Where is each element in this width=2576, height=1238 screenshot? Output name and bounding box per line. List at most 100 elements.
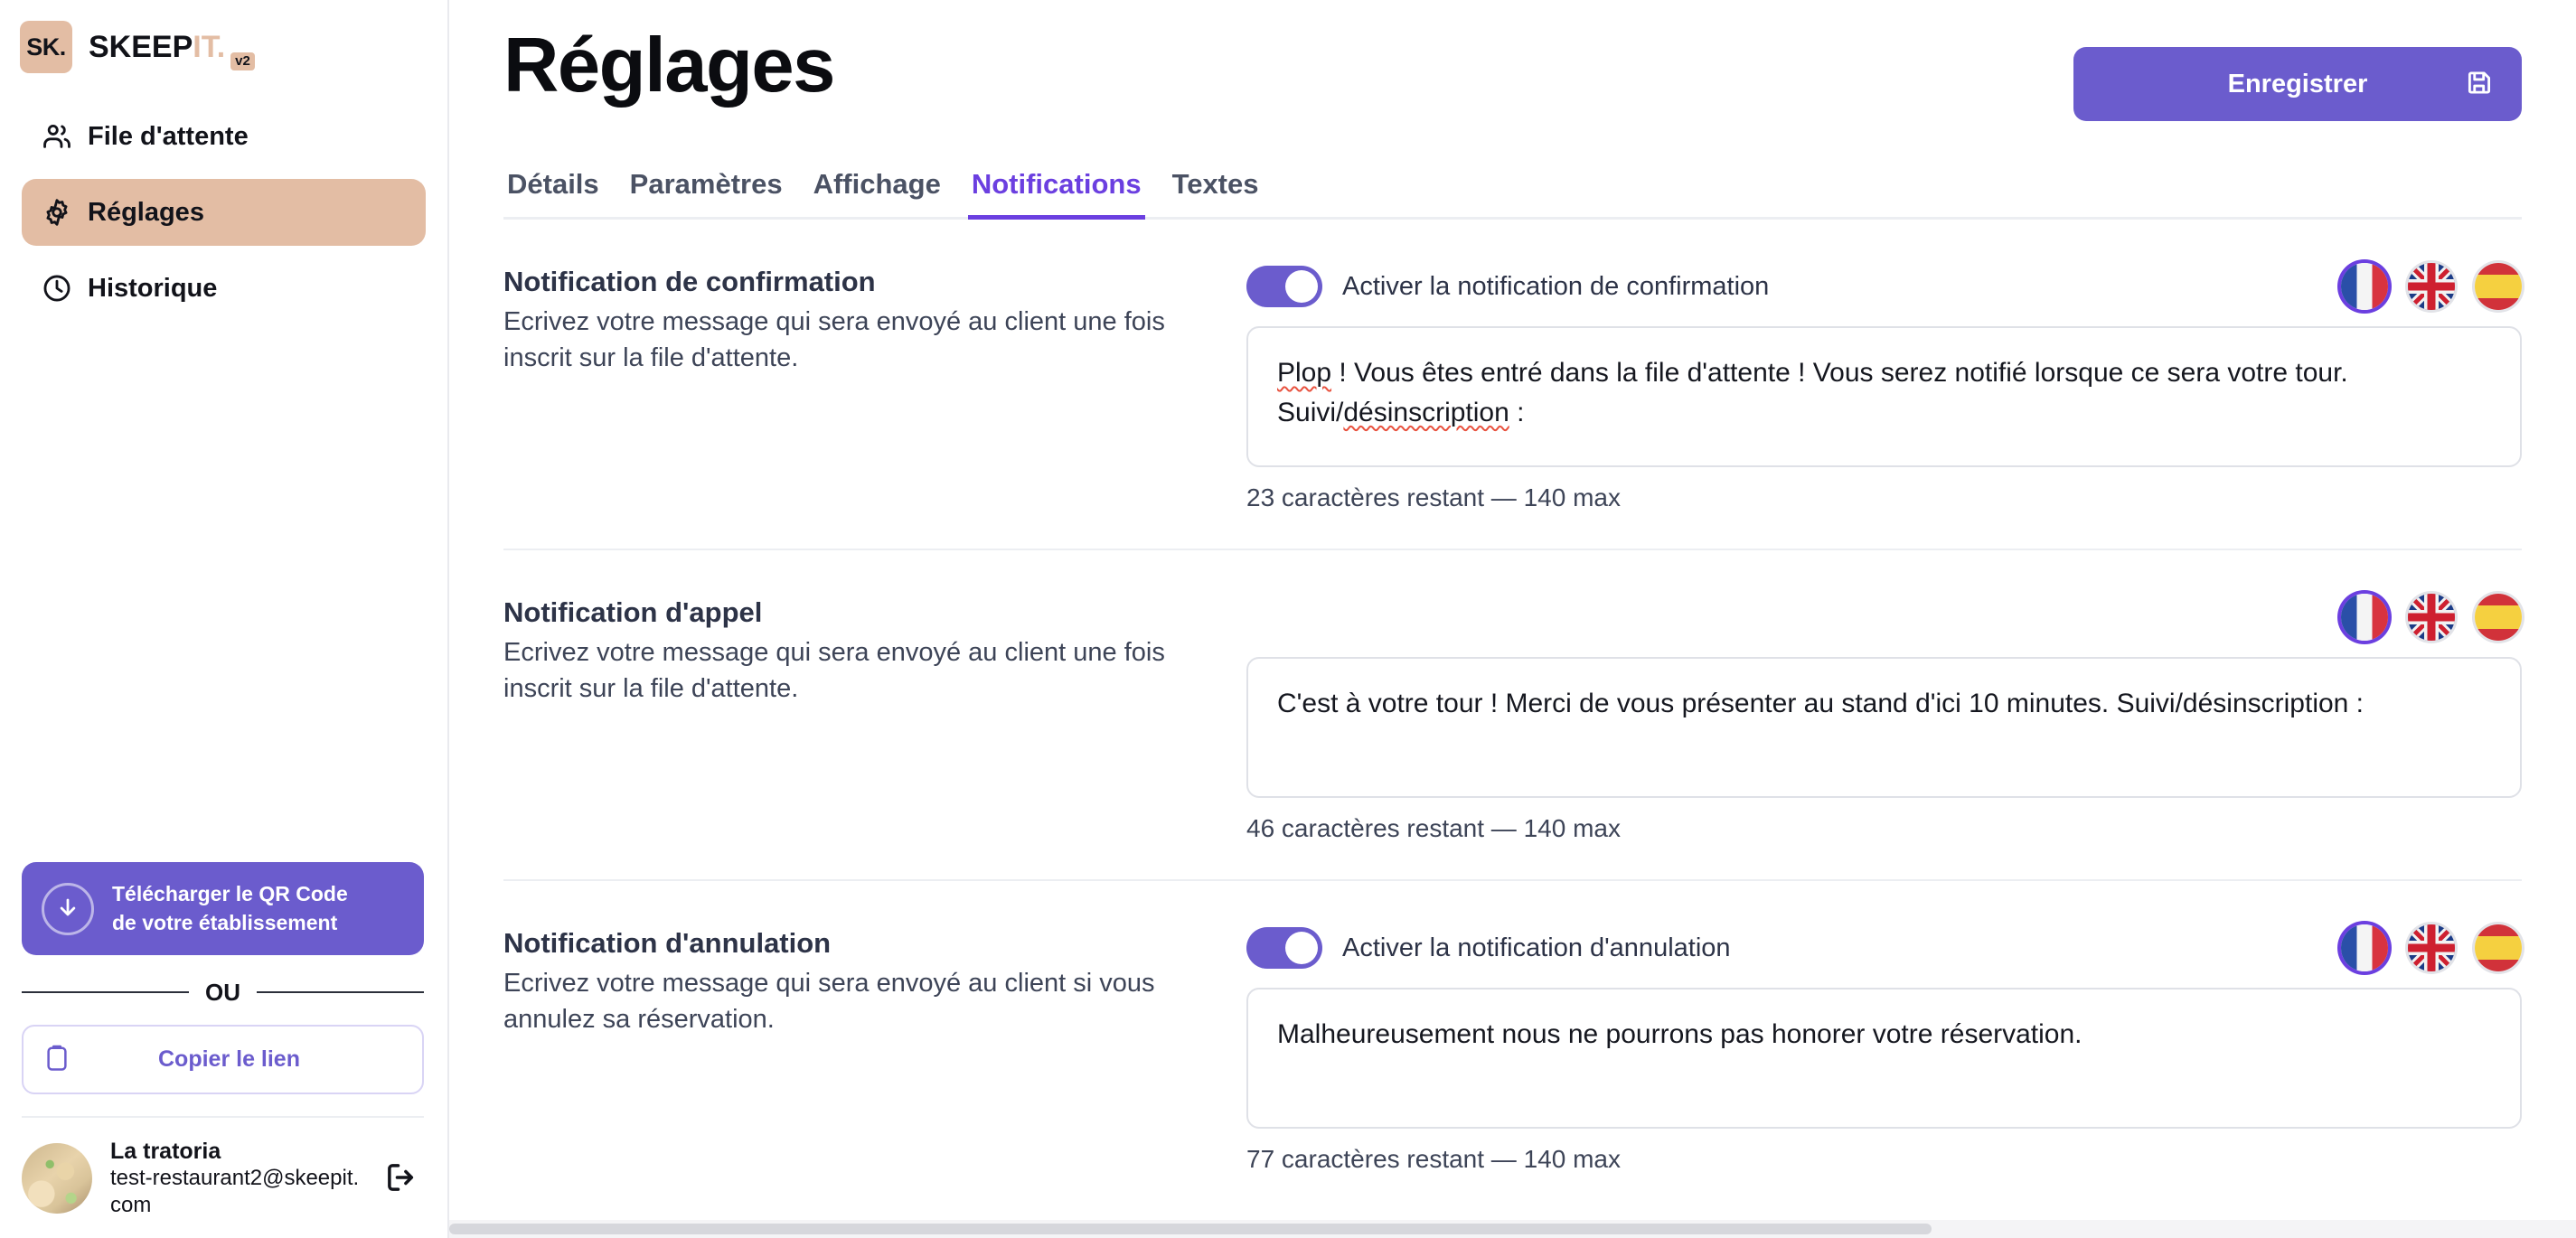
main-content: Réglages Enregistrer Détails Paramètres (449, 0, 2576, 1238)
language-flag-fr[interactable] (2341, 594, 2388, 641)
sidebar-footer: Télécharger le QR Code de votre établiss… (0, 862, 446, 1238)
account-details: La tratoria test-restaurant2@skeepit.com (110, 1138, 361, 1220)
or-divider-label: OU (205, 978, 240, 1006)
appel-message-textarea[interactable]: C'est à votre tour ! Merci de vous prése… (1246, 657, 2522, 798)
tab-textes[interactable]: Textes (1169, 168, 1263, 220)
notification-info: Notification de confirmation Ecrivez vot… (503, 261, 1246, 376)
horizontal-scrollbar[interactable] (449, 1220, 2576, 1238)
toggle-knob (1285, 932, 1318, 964)
gear-icon (42, 197, 72, 228)
notification-title: Notification d'annulation (503, 927, 832, 959)
notification-row-confirmation: Notification de confirmation Ecrivez vot… (503, 220, 2522, 550)
sidebar-item-reglages[interactable]: Réglages (22, 179, 426, 246)
logo-wordmark: SKEEP IT. v2 (89, 29, 255, 70)
account-section: La tratoria test-restaurant2@skeepit.com (22, 1118, 424, 1222)
save-disk-icon (2464, 68, 2495, 101)
save-button[interactable]: Enregistrer (2073, 47, 2522, 121)
logout-button[interactable] (379, 1155, 424, 1203)
qr-line-2: de votre établissement (112, 910, 338, 934)
copy-link-button[interactable]: Copier le lien (22, 1024, 424, 1094)
users-icon (42, 121, 72, 152)
logo-mark-icon: SK. (20, 21, 72, 73)
page-header: Réglages Enregistrer (503, 0, 2522, 121)
notification-row-annulation: Notification d'annulation Ecrivez votre … (503, 881, 2522, 1210)
notification-controls: Activer la notification de confirmation (1246, 261, 2522, 312)
sidebar-item-label: Historique (88, 273, 218, 303)
account-email: test-restaurant2@skeepit.com (110, 1165, 360, 1218)
language-selector (2341, 263, 2522, 310)
logo-word-accent: IT. (193, 29, 226, 64)
save-button-label: Enregistrer (2227, 69, 2368, 98)
scrollbar-thumb[interactable] (449, 1224, 1932, 1234)
sidebar-nav: File d'attente Réglages Historique (0, 103, 447, 322)
notification-editor: C'est à votre tour ! Merci de vous prése… (1246, 592, 2522, 843)
enable-confirmation-toggle[interactable] (1246, 266, 1322, 307)
settings-tabs: Détails Paramètres Affichage Notificatio… (503, 168, 2522, 220)
language-flag-es[interactable] (2475, 594, 2522, 641)
annulation-character-counter: 77 caractères restant — 140 max (1246, 1145, 1621, 1173)
enable-annulation-toggle[interactable] (1246, 927, 1322, 969)
sidebar-item-label: Réglages (88, 197, 204, 227)
download-circle-icon (42, 882, 94, 935)
tab-parametres[interactable]: Paramètres (626, 168, 786, 220)
language-flag-es[interactable] (2475, 263, 2522, 310)
clipboard-icon (43, 1043, 71, 1076)
qr-line-1: Télécharger le QR Code (112, 882, 348, 906)
download-qr-code-button[interactable]: Télécharger le QR Code de votre établiss… (22, 862, 424, 955)
tab-affichage[interactable]: Affichage (810, 168, 945, 220)
message-text-tail: : (1509, 397, 1525, 427)
enable-toggle-group[interactable]: Activer la notification d'annulation (1246, 927, 1731, 969)
notification-description: Ecrivez votre message qui sera envoyé au… (503, 306, 1165, 372)
avatar (22, 1143, 92, 1215)
message-text: Malheureusement nous ne pourrons pas hon… (1277, 1019, 2082, 1049)
enable-annulation-label: Activer la notification d'annulation (1342, 933, 1731, 962)
sidebar: SK. SKEEP IT. v2 File d'attente Réglages… (0, 0, 449, 1238)
notification-editor: Activer la notification d'annulation Mal… (1246, 923, 2522, 1174)
notification-editor: Activer la notification de confirmation … (1246, 261, 2522, 512)
message-misspelled-word: Plop (1277, 358, 1332, 388)
notification-description: Ecrivez votre message qui sera envoyé au… (503, 968, 1155, 1034)
or-divider: OU (22, 979, 424, 1007)
appel-character-counter: 46 caractères restant — 140 max (1246, 814, 1621, 842)
version-badge: v2 (230, 52, 255, 70)
language-flag-gb[interactable] (2408, 594, 2455, 641)
clock-icon (42, 273, 72, 304)
sidebar-item-file-dattente[interactable]: File d'attente (22, 103, 426, 170)
language-selector (2341, 594, 2522, 641)
app-logo[interactable]: SK. SKEEP IT. v2 (0, 0, 447, 76)
enable-toggle-group[interactable]: Activer la notification de confirmation (1246, 266, 1769, 307)
page-title: Réglages (503, 23, 835, 108)
logout-icon (382, 1163, 420, 1199)
notification-controls: Activer la notification d'annulation (1246, 923, 2522, 973)
main-inner: Réglages Enregistrer Détails Paramètres (449, 0, 2576, 1210)
tab-notifications[interactable]: Notifications (967, 168, 1145, 220)
language-flag-gb[interactable] (2408, 924, 2455, 971)
notification-title: Notification d'appel (503, 596, 763, 628)
language-flag-gb[interactable] (2408, 263, 2455, 310)
download-qr-code-label: Télécharger le QR Code de votre établiss… (112, 880, 348, 936)
divider-line-right (257, 991, 424, 994)
enable-confirmation-label: Activer la notification de confirmation (1342, 271, 1770, 301)
language-flag-fr[interactable] (2341, 263, 2388, 310)
app-root: SK. SKEEP IT. v2 File d'attente Réglages… (0, 0, 2576, 1238)
notification-row-appel: Notification d'appel Ecrivez votre messa… (503, 550, 2522, 881)
notification-controls (1246, 592, 2522, 642)
divider-line-left (22, 991, 189, 994)
annulation-message-textarea[interactable]: Malheureusement nous ne pourrons pas hon… (1246, 988, 2522, 1129)
language-flag-fr[interactable] (2341, 924, 2388, 971)
notification-description: Ecrivez votre message qui sera envoyé au… (503, 637, 1165, 703)
notification-title: Notification de confirmation (503, 266, 876, 297)
message-text: C'est à votre tour ! Merci de vous prése… (1277, 689, 2364, 718)
tab-details[interactable]: Détails (503, 168, 603, 220)
language-selector (2341, 924, 2522, 971)
notification-info: Notification d'annulation Ecrivez votre … (503, 923, 1246, 1037)
language-flag-es[interactable] (2475, 924, 2522, 971)
notification-info: Notification d'appel Ecrivez votre messa… (503, 592, 1246, 707)
confirmation-character-counter: 23 caractères restant — 140 max (1246, 483, 1621, 511)
confirmation-message-textarea[interactable]: Plop ! Vous êtes entré dans la file d'at… (1246, 326, 2522, 467)
account-name: La tratoria (110, 1138, 221, 1164)
sidebar-item-historique[interactable]: Historique (22, 255, 426, 322)
sidebar-item-label: File d'attente (88, 121, 249, 151)
toggle-knob (1285, 270, 1318, 303)
copy-link-label: Copier le lien (158, 1046, 300, 1072)
